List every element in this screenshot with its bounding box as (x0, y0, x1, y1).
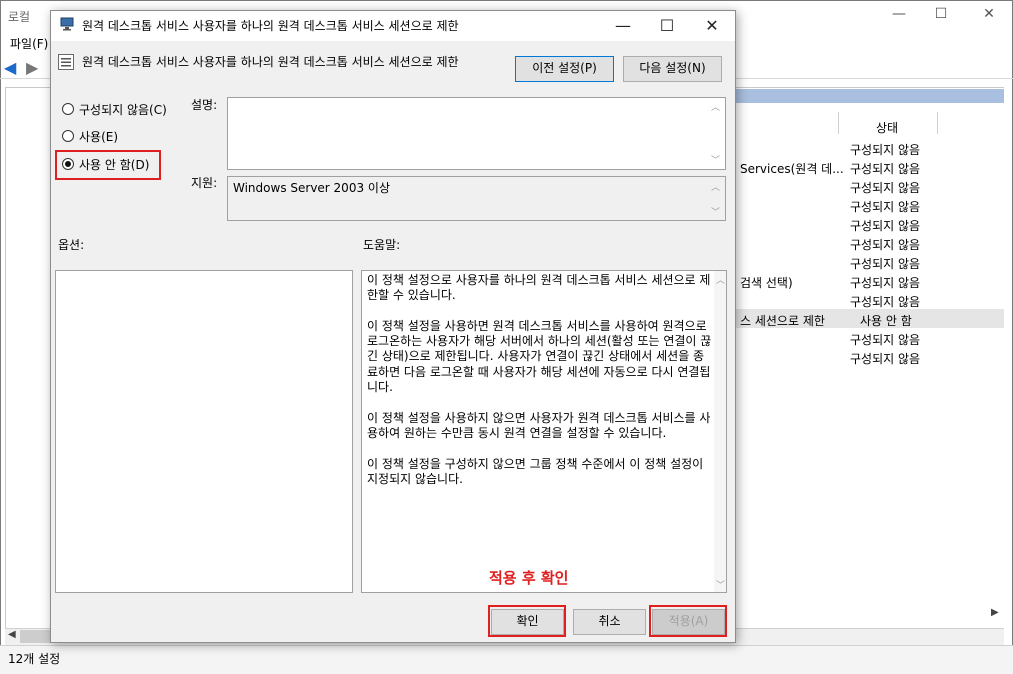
column-divider[interactable] (838, 112, 839, 134)
supported-label: 지원: (191, 176, 218, 190)
policy-name: 원격 데스크톱 서비스 사용자를 하나의 원격 데스크톱 서비스 세션으로 제한 (82, 55, 459, 69)
dialog-title: 원격 데스크톱 서비스 사용자를 하나의 원격 데스크톱 서비스 세션으로 제한 (82, 19, 459, 33)
help-scroll-down-icon[interactable]: ﹀ (716, 578, 725, 591)
bg-close-button[interactable]: ✕ (966, 6, 1012, 28)
column-header-state[interactable]: 상태 (876, 119, 898, 136)
highlight-ok-button (488, 605, 566, 637)
forward-arrow-icon[interactable]: ▶ (26, 58, 38, 77)
column-divider[interactable] (937, 112, 938, 134)
dialog-close-button[interactable]: ✕ (692, 14, 732, 38)
setting-row-state: 구성되지 않음 (850, 276, 921, 290)
background-window-title: 로컬 (8, 10, 31, 24)
radio-not-configured-label[interactable]: 구성되지 않음(C) (79, 101, 167, 118)
support-scroll-up-icon[interactable]: ︿ (711, 180, 720, 193)
bg-minimize-button[interactable]: — (876, 6, 922, 28)
tree-pane (5, 87, 51, 629)
annotation-apply-then-ok: 적용 후 확인 (489, 569, 569, 587)
previous-setting-button[interactable]: 이전 설정(P) (515, 56, 614, 82)
setting-row-name[interactable]: Services(원격 데... (740, 160, 844, 177)
setting-row-name[interactable]: 스 세션으로 제한 (740, 312, 825, 329)
help-label: 도움말: (363, 238, 401, 252)
setting-row-name[interactable]: 검색 선택) (740, 274, 793, 291)
dialog-maximize-button[interactable]: ☐ (647, 14, 687, 38)
radio-enabled-label[interactable]: 사용(E) (79, 128, 118, 145)
desc-scroll-down-icon[interactable]: ﹀ (711, 153, 720, 166)
description-textarea[interactable] (227, 97, 726, 170)
options-pane (55, 270, 353, 593)
radio-enabled[interactable] (62, 130, 74, 142)
dialog-minimize-button[interactable]: — (603, 14, 643, 38)
cancel-button[interactable]: 취소 (573, 609, 646, 635)
status-bar (0, 645, 1013, 674)
scroll-left-icon[interactable]: ◀ (8, 629, 16, 640)
remote-desktop-icon (60, 17, 74, 31)
scroll-right-icon[interactable]: ▶ (991, 607, 999, 618)
policy-setting-icon (58, 54, 74, 70)
help-scroll-up-icon[interactable]: ︿ (716, 273, 725, 286)
description-label: 설명: (191, 98, 218, 112)
supported-on-value: Windows Server 2003 이상 (233, 181, 390, 195)
setting-row-state: 구성되지 않음 (850, 200, 921, 214)
back-arrow-icon[interactable]: ◀ (4, 58, 16, 77)
help-text: 이 정책 설정으로 사용자를 하나의 원격 데스크톱 서비스 세션으로 제한할 … (367, 273, 712, 486)
support-scroll-down-icon[interactable]: ﹀ (711, 205, 720, 218)
desc-scroll-up-icon[interactable]: ︿ (711, 100, 720, 113)
status-count: 12개 설정 (8, 652, 61, 666)
setting-row-state: 구성되지 않음 (850, 352, 921, 366)
menu-file[interactable]: 파일(F) (10, 35, 48, 52)
setting-row-state: 구성되지 않음 (850, 219, 921, 233)
setting-row-state: 구성되지 않음 (850, 238, 921, 252)
setting-row-state: 구성되지 않음 (850, 162, 921, 176)
list-header-bar (736, 89, 1004, 103)
highlight-disabled-option (55, 150, 161, 180)
setting-row-state: 구성되지 않음 (850, 333, 921, 347)
highlight-apply-button (649, 605, 727, 637)
options-label: 옵션: (58, 238, 85, 252)
setting-row-state: 구성되지 않음 (850, 181, 921, 195)
setting-row-state: 구성되지 않음 (850, 295, 921, 309)
next-setting-button[interactable]: 다음 설정(N) (623, 56, 722, 82)
bg-maximize-button[interactable]: ☐ (918, 6, 964, 28)
setting-row-state: 사용 안 함 (860, 314, 912, 328)
radio-not-configured[interactable] (62, 103, 74, 115)
setting-row-state: 구성되지 않음 (850, 257, 921, 271)
help-scrollbar[interactable] (714, 271, 726, 592)
scrollbar-thumb[interactable] (20, 630, 50, 643)
setting-row-state: 구성되지 않음 (850, 143, 921, 157)
